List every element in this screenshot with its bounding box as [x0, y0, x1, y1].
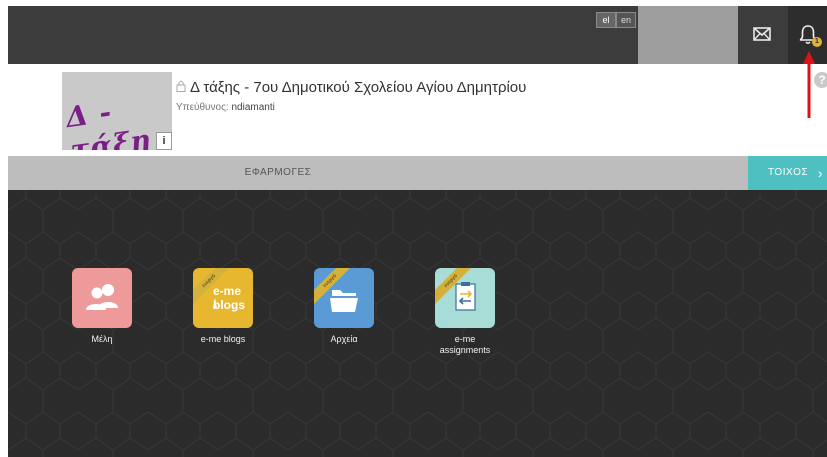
- mail-icon[interactable]: [752, 24, 772, 44]
- app-label: Αρχεία: [330, 334, 358, 344]
- lock-icon: [176, 80, 186, 92]
- app-label: Μέλη: [91, 334, 113, 344]
- files-tile[interactable]: ενεργό: [314, 268, 374, 328]
- blogs-tile[interactable]: ενεργό e-me blogs: [193, 268, 253, 328]
- owner-line: Υπεύθυνος: ndiamanti: [176, 102, 275, 113]
- notification-badge: 1: [812, 37, 822, 47]
- svg-text:e-me: e-me: [213, 284, 241, 298]
- community-logo: Δ - τάξη i: [62, 72, 172, 150]
- app-label: e-me blogs: [200, 334, 246, 344]
- lang-el-button[interactable]: el: [596, 12, 616, 28]
- app-frame: el en 1 Δ - τάξη i Δ τάξης - 7ου Δημοτικ…: [8, 6, 827, 457]
- blogs-icon: e-me blogs: [213, 284, 245, 312]
- chevron-right-icon: ›: [817, 165, 823, 181]
- tab-wall-label: ΤΟΙΧΟΣ: [768, 167, 809, 178]
- help-icon[interactable]: ?: [814, 72, 827, 88]
- red-arrow-annotation: [803, 51, 815, 118]
- app-files[interactable]: ενεργό Αρχεία: [289, 268, 399, 345]
- app-blogs[interactable]: ενεργό e-me blogs e-me blogs: [168, 268, 278, 345]
- tab-bar: ΕΦΑΡΜΟΓΕΣ ΤΟΙΧΟΣ ›: [8, 156, 827, 190]
- assignments-icon: [455, 282, 476, 311]
- top-bar: el en 1: [8, 6, 827, 64]
- app-members[interactable]: Μέλη: [47, 268, 157, 345]
- community-header: Δ - τάξη i Δ τάξης - 7ου Δημοτικού Σχολε…: [8, 64, 827, 156]
- owner-label: Υπεύθυνος:: [176, 102, 229, 113]
- tab-wall[interactable]: ΤΟΙΧΟΣ ›: [748, 156, 827, 190]
- folder-icon: [330, 290, 358, 312]
- members-icon: [86, 284, 118, 310]
- members-tile[interactable]: [72, 268, 132, 328]
- owner-name[interactable]: ndiamanti: [231, 102, 274, 113]
- page-title: Δ τάξης - 7ου Δημοτικού Σχολείου Αγίου Δ…: [190, 79, 527, 96]
- lang-en-button[interactable]: en: [616, 12, 636, 28]
- apps-panel: Μέλη ενεργό e-me blogs e-me blogs ενεργό: [8, 190, 827, 457]
- app-label: e-me assignments: [439, 334, 491, 355]
- info-button[interactable]: i: [156, 132, 172, 150]
- assignments-tile[interactable]: ενεργό: [435, 268, 495, 328]
- tab-apps[interactable]: ΕΦΑΡΜΟΓΕΣ: [8, 156, 548, 190]
- svg-text:blogs: blogs: [213, 298, 245, 312]
- user-avatar-box[interactable]: [638, 6, 738, 64]
- app-assignments[interactable]: ενεργό e-me assignments: [410, 268, 520, 356]
